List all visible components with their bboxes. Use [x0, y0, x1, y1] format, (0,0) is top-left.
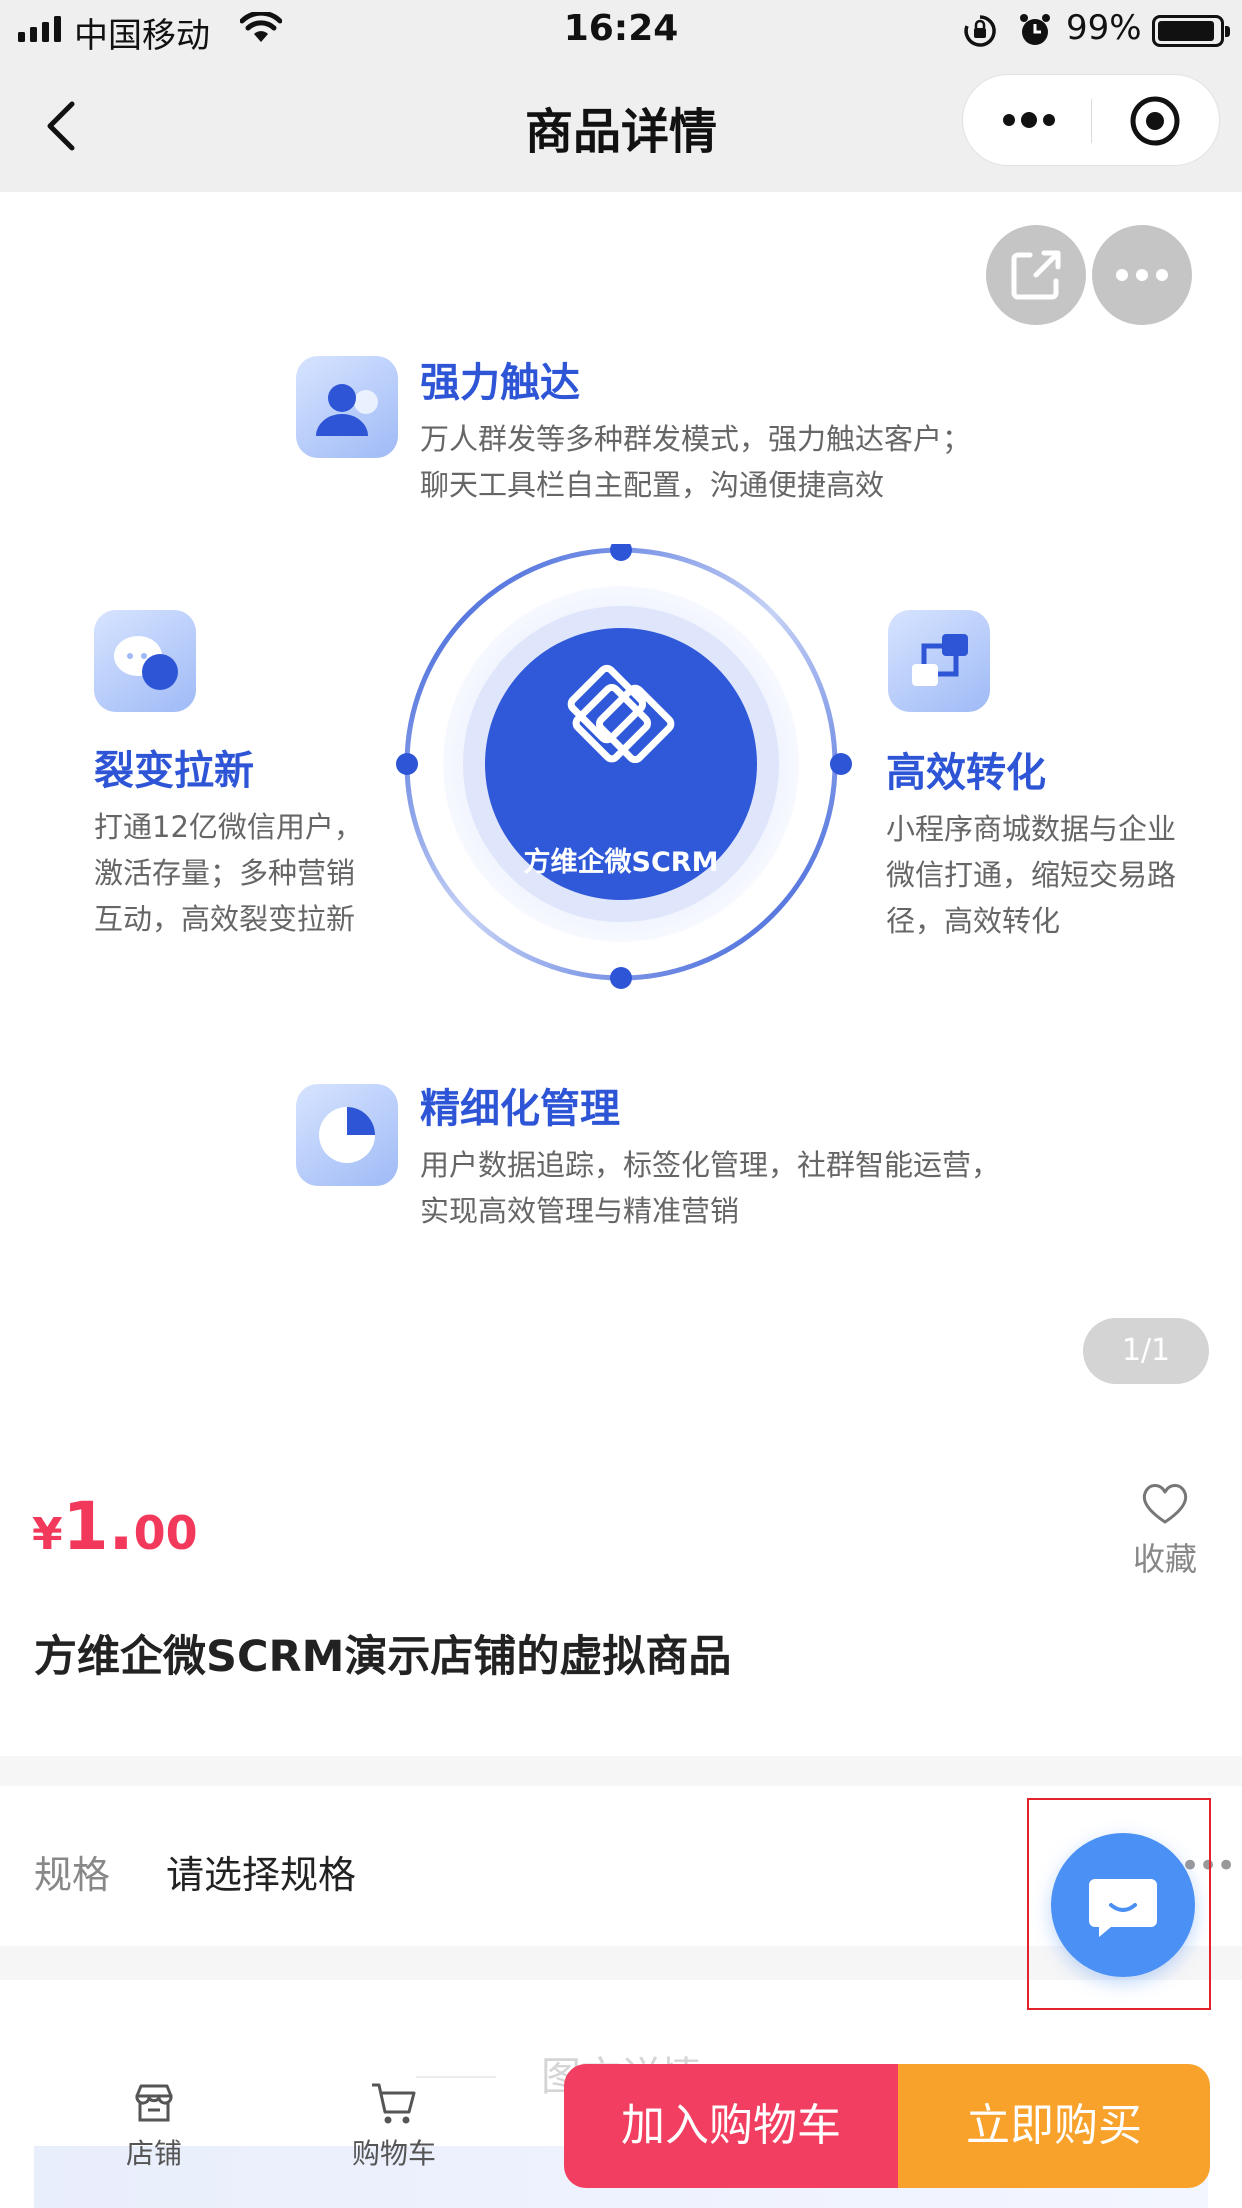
feature-title: 裂变拉新 — [94, 748, 254, 794]
alarm-icon — [1020, 14, 1050, 45]
image-page-indicator: 1/1 — [1083, 1318, 1209, 1384]
store-icon — [135, 2084, 173, 2122]
feature-title: 高效转化 — [886, 750, 1046, 796]
highlight-box — [1027, 1798, 1211, 2010]
spec-value: 请选择规格 — [166, 1853, 357, 1897]
user-reach-icon — [296, 356, 398, 458]
cart-tab[interactable]: 购物车 — [314, 2080, 474, 2172]
cart-label: 购物车 — [351, 2137, 436, 2170]
share-button[interactable] — [986, 225, 1086, 325]
more-menu-icon[interactable] — [999, 105, 1059, 135]
chat-bubbles-icon — [94, 610, 196, 712]
capsule-divider — [1091, 99, 1092, 143]
mini-program-capsule — [962, 74, 1220, 166]
feature-title: 精细化管理 — [420, 1086, 620, 1132]
battery-percent: 99% — [1066, 8, 1142, 48]
product-price: ¥1.00 — [32, 1488, 198, 1565]
favorite-button[interactable]: 收藏 — [1118, 1480, 1212, 1580]
conversion-flow-icon — [888, 610, 990, 712]
status-bar: 中国移动 16:24 99% — [0, 0, 1242, 62]
cart-icon — [372, 2083, 416, 2124]
section-divider — [0, 1756, 1242, 1786]
spec-label: 规格 — [34, 1853, 111, 1897]
store-label: 店铺 — [125, 2137, 182, 2170]
buy-now-button[interactable]: 立即购买 — [898, 2064, 1210, 2188]
price-currency: ¥ — [32, 1509, 63, 1560]
center-ring-graphic — [396, 544, 852, 989]
rotation-lock-icon — [964, 15, 996, 47]
add-to-cart-button[interactable]: 加入购物车 — [564, 2064, 898, 2188]
price-decimal: 00 — [133, 1506, 198, 1560]
more-dots-icon — [1116, 269, 1168, 281]
price-integer: 1. — [62, 1488, 134, 1565]
feature-desc: 小程序商城数据与企业 微信打通，缩短交易路 径，高效转化 — [886, 812, 1177, 938]
battery-icon — [1152, 15, 1230, 47]
share-icon — [1011, 250, 1061, 300]
more-options-button[interactable] — [1092, 225, 1192, 325]
clock-time: 16:24 — [563, 8, 679, 49]
bottom-action-bar: 店铺 购物车 — [0, 2060, 560, 2208]
heart-icon — [1142, 1484, 1188, 1524]
store-tab[interactable]: 店铺 — [74, 2080, 234, 2172]
favorite-label: 收藏 — [1132, 1540, 1197, 1578]
nav-bar: 商品详情 — [0, 62, 1242, 192]
center-brand-label: 方维企微SCRM — [523, 847, 719, 878]
feature-desc: 用户数据追踪，标签化管理，社群智能运营， 实现高效管理与精准营销 — [420, 1148, 1001, 1228]
pie-chart-icon — [296, 1084, 398, 1186]
feature-title: 强力触达 — [420, 360, 580, 406]
product-title: 方维企微SCRM演示店铺的虚拟商品 — [34, 1632, 732, 1682]
close-mini-program-icon[interactable] — [1129, 95, 1181, 147]
feature-desc: 万人群发等多种群发模式，强力触达客户； 聊天工具栏自主配置，沟通便捷高效 — [420, 422, 972, 502]
product-image-carousel[interactable]: 方维企微SCRM 强力触达 万人群发等多种群发模式，强力触达客户； 聊天工具栏自… — [0, 192, 1242, 1432]
feature-desc: 打通12亿微信用户， 激活存量；多种营销 互动，高效裂变拉新 — [94, 810, 363, 936]
